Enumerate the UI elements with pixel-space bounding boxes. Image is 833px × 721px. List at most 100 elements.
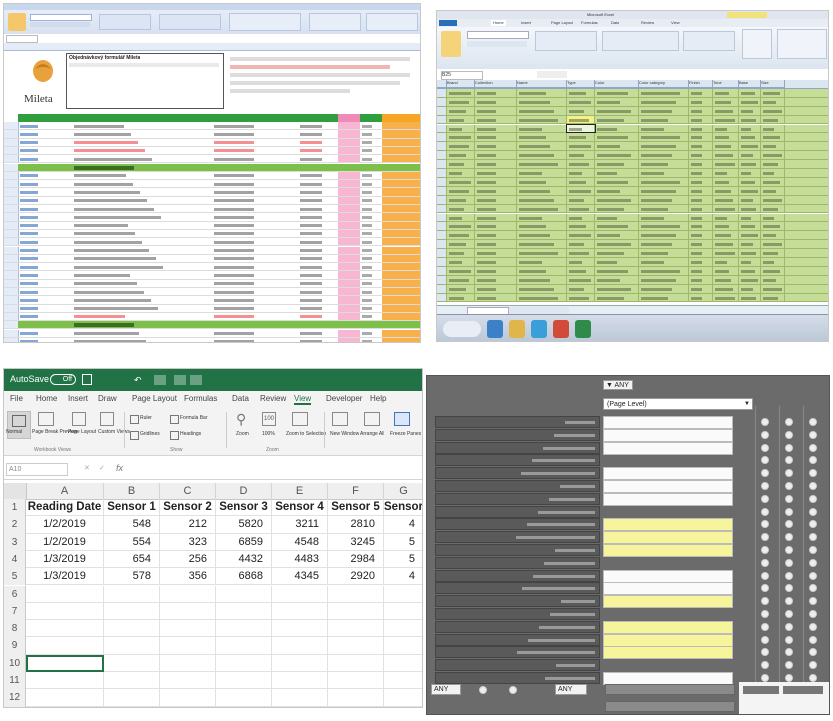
data-cell[interactable] <box>328 585 384 603</box>
grid-cell[interactable] <box>517 88 567 97</box>
radio-button[interactable] <box>809 674 817 682</box>
data-cell[interactable]: 1/3/2019 <box>26 568 104 586</box>
grid-cell[interactable] <box>447 115 475 124</box>
quantity-cell[interactable] <box>382 254 420 263</box>
grid-cell[interactable] <box>517 97 567 106</box>
data-cell[interactable] <box>384 586 422 603</box>
data-cell[interactable] <box>26 620 104 638</box>
zoom-100-icon[interactable]: 100 <box>262 412 276 426</box>
row-header[interactable] <box>437 266 447 275</box>
cells-group[interactable] <box>309 13 361 31</box>
radio-button[interactable] <box>761 558 769 567</box>
number-format-group[interactable] <box>683 31 735 51</box>
grid-cell[interactable] <box>475 169 517 177</box>
tab-data[interactable]: Data <box>232 394 249 403</box>
chrome-icon[interactable] <box>553 320 569 338</box>
grid-cell[interactable] <box>639 204 689 213</box>
alignment-group[interactable] <box>99 14 151 30</box>
tab-formulas[interactable]: Formulas <box>184 394 217 403</box>
radio-button[interactable] <box>809 584 817 593</box>
radio-button[interactable] <box>761 443 769 452</box>
autosave-toggle[interactable]: Off <box>50 374 76 385</box>
data-cell[interactable] <box>104 620 160 638</box>
form-input[interactable] <box>603 441 733 455</box>
header-cell[interactable]: Sensor 4 <box>272 499 328 517</box>
radio-button[interactable] <box>785 648 793 657</box>
radio-button[interactable] <box>809 571 817 580</box>
quantity-cell[interactable] <box>382 238 420 246</box>
row-header[interactable] <box>437 160 447 168</box>
header-cell[interactable]: Reading Date <box>26 499 104 517</box>
header-cell[interactable]: Sensor <box>384 499 422 517</box>
data-cell[interactable] <box>272 602 328 621</box>
data-cell[interactable] <box>104 637 160 655</box>
quantity-cell[interactable] <box>382 337 420 342</box>
grid-cell[interactable] <box>739 293 761 302</box>
zoom-icon[interactable]: ⚲ <box>236 411 246 428</box>
column-header-a[interactable]: A <box>26 483 104 499</box>
grid-cell[interactable] <box>761 88 785 97</box>
radio-button[interactable] <box>761 418 769 426</box>
grid-cell[interactable] <box>761 240 785 249</box>
grid-cell[interactable] <box>689 240 713 249</box>
grid-cell[interactable] <box>517 195 567 204</box>
name-box[interactable]: A10 <box>6 463 68 476</box>
grid-cell[interactable] <box>689 142 713 151</box>
column-header-d[interactable]: D <box>216 483 272 499</box>
grid-cell[interactable] <box>517 142 567 151</box>
grid-cell[interactable] <box>595 231 639 240</box>
radio-button[interactable] <box>761 597 769 606</box>
grid-cell[interactable] <box>517 258 567 266</box>
row-header[interactable] <box>4 188 19 196</box>
data-cell[interactable]: 1/2/2019 <box>26 533 104 551</box>
data-cell[interactable] <box>216 672 272 690</box>
data-cell[interactable] <box>104 585 160 603</box>
row-header[interactable]: 10 <box>4 654 26 672</box>
data-cell[interactable] <box>160 672 216 690</box>
grid-cell[interactable] <box>713 195 739 204</box>
column-header-c[interactable]: C <box>160 483 216 499</box>
grid-cell[interactable] <box>595 204 639 213</box>
grid-cell[interactable] <box>517 231 567 240</box>
data-cell[interactable]: 323 <box>160 533 216 551</box>
row-header[interactable]: 11 <box>4 672 26 690</box>
radio-button[interactable] <box>809 469 817 478</box>
data-cell[interactable] <box>384 655 422 672</box>
data-cell[interactable]: 3211 <box>272 516 328 534</box>
grid-cell[interactable] <box>739 258 761 266</box>
column-header-g[interactable]: G <box>384 483 422 499</box>
radio-button[interactable] <box>761 674 769 682</box>
row-header[interactable] <box>437 240 447 249</box>
grid-cell[interactable] <box>567 231 595 240</box>
grid-cell[interactable] <box>639 275 689 284</box>
row-header[interactable]: 12 <box>4 689 26 707</box>
grid-cell[interactable] <box>713 284 739 293</box>
radio-button[interactable] <box>479 686 487 694</box>
grid-cell[interactable] <box>639 106 689 115</box>
action-button[interactable] <box>605 701 735 712</box>
radio-button[interactable] <box>809 418 817 426</box>
grid-cell[interactable] <box>639 266 689 275</box>
form-input[interactable] <box>603 531 733 545</box>
grid-cell[interactable] <box>595 222 639 231</box>
data-cell[interactable] <box>26 672 104 690</box>
grid-cell[interactable] <box>447 133 475 142</box>
grid-cell[interactable] <box>517 124 567 133</box>
grid-cell[interactable] <box>639 177 689 186</box>
row-header[interactable] <box>437 213 447 222</box>
radio-button[interactable] <box>761 456 769 465</box>
grid-cell[interactable] <box>689 169 713 177</box>
fx-icon[interactable]: fx <box>116 463 123 473</box>
row-header[interactable] <box>4 337 19 342</box>
grid-cell[interactable] <box>567 151 595 160</box>
column-header-e[interactable]: E <box>272 483 328 499</box>
column-header[interactable]: Finish <box>689 80 713 88</box>
grid-cell[interactable] <box>517 133 567 142</box>
radio-button[interactable] <box>809 520 817 529</box>
grid-cell[interactable] <box>739 142 761 151</box>
grid-cell[interactable] <box>447 293 475 302</box>
top-selector[interactable]: ▼ ANY <box>603 380 633 390</box>
grid-cell[interactable] <box>475 186 517 195</box>
grid-cell[interactable] <box>567 275 595 284</box>
quantity-cell[interactable] <box>382 205 420 213</box>
